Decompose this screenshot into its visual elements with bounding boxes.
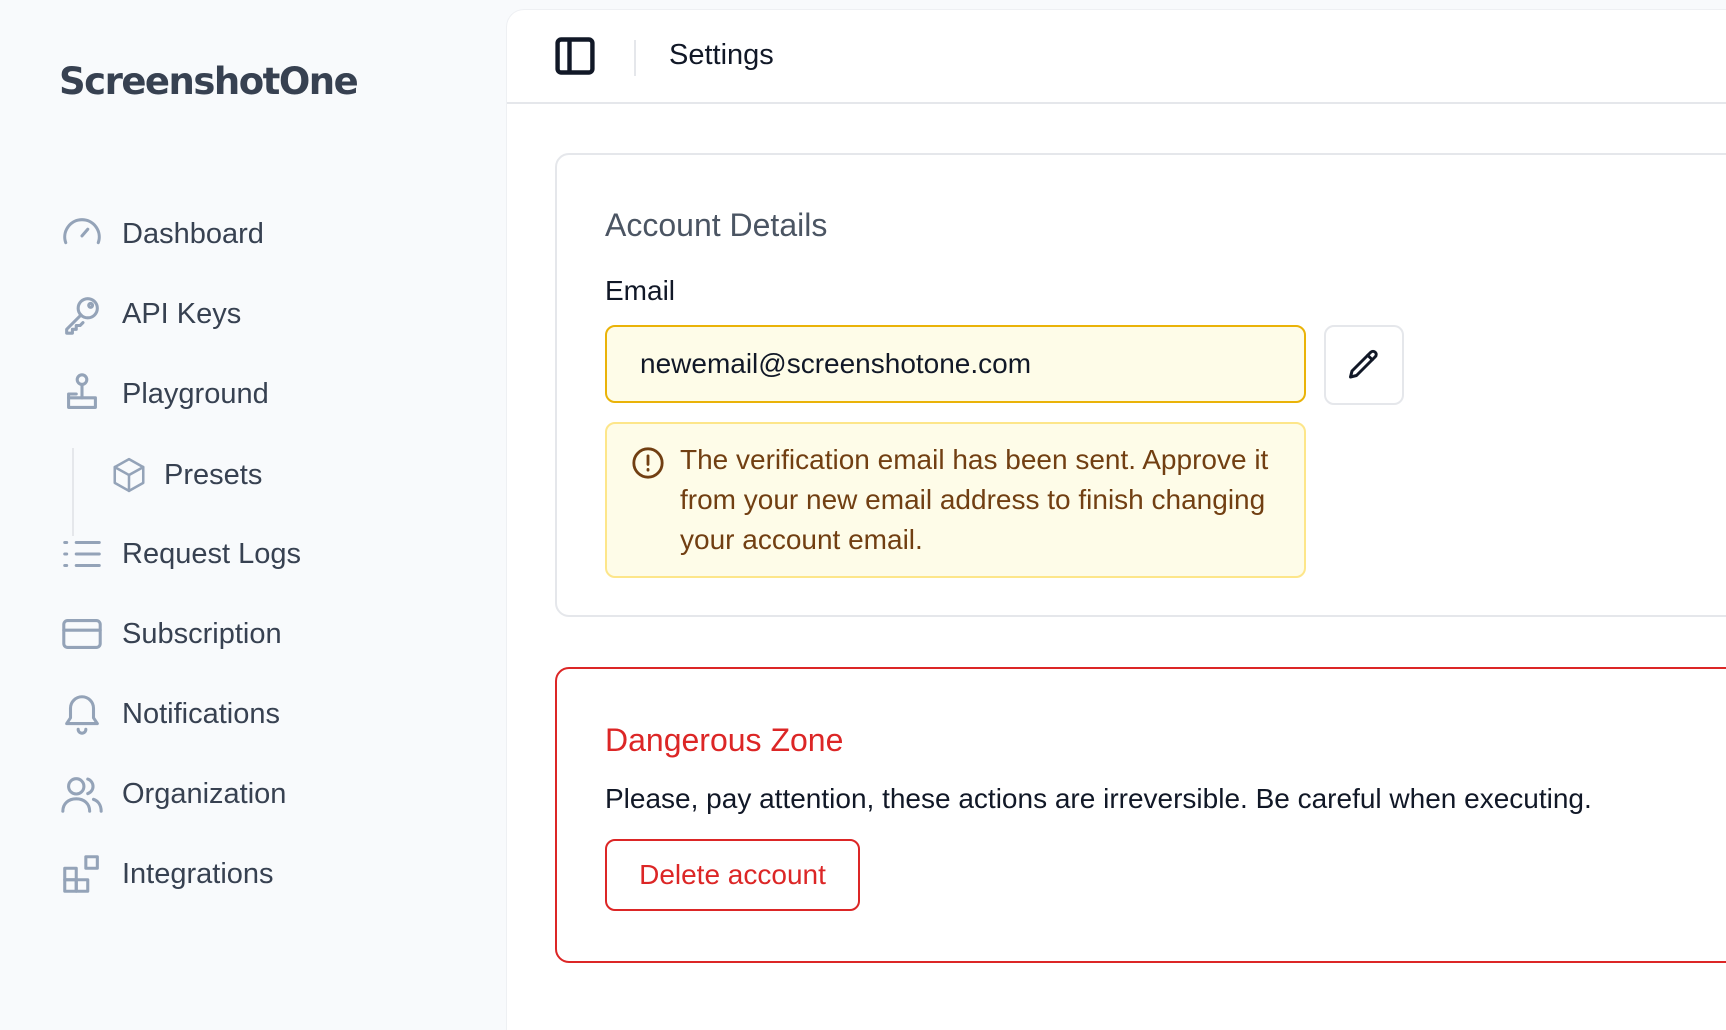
sidebar-item-playground[interactable]: Playground bbox=[59, 366, 459, 422]
sidebar-item-presets[interactable]: Presets bbox=[110, 447, 510, 503]
email-label: Email bbox=[605, 275, 676, 306]
sidebar-item-label: Notifications bbox=[122, 697, 280, 730]
sidebar-item-api-keys[interactable]: API Keys bbox=[59, 286, 459, 342]
key-icon bbox=[59, 291, 105, 337]
joystick-icon bbox=[59, 371, 105, 417]
users-icon bbox=[59, 771, 105, 817]
sidebar-item-organization[interactable]: Organization bbox=[59, 766, 459, 822]
bell-icon bbox=[59, 691, 105, 737]
sidebar-item-label: Request Logs bbox=[122, 537, 301, 570]
alert-message: The verification email has been sent. Ap… bbox=[680, 444, 1269, 555]
account-details-title: Account Details bbox=[605, 207, 828, 243]
edit-email-button[interactable] bbox=[1324, 325, 1404, 405]
alert-circle-icon bbox=[631, 446, 665, 480]
page-title: Settings bbox=[669, 39, 774, 71]
sidebar-item-label: API Keys bbox=[122, 297, 242, 330]
danger-zone-title: Dangerous Zone bbox=[605, 722, 844, 758]
main-panel: Settings Account Details Email The verif… bbox=[506, 9, 1726, 1030]
sidebar-item-subscription[interactable]: Subscription bbox=[59, 606, 459, 662]
sidebar-item-label: Subscription bbox=[122, 617, 282, 650]
danger-zone-description: Please, pay attention, these actions are… bbox=[605, 783, 1592, 814]
submenu-guide-line bbox=[72, 448, 74, 536]
account-details-card: Account Details Email The verification e… bbox=[555, 153, 1726, 617]
puzzle-blocks-icon bbox=[59, 851, 105, 897]
verification-alert: The verification email has been sent. Ap… bbox=[605, 422, 1306, 578]
sidebar-item-request-logs[interactable]: Request Logs bbox=[59, 526, 459, 582]
gauge-icon bbox=[59, 211, 105, 257]
delete-account-button[interactable]: Delete account bbox=[605, 839, 860, 911]
sidebar-item-label: Integrations bbox=[122, 857, 274, 890]
page-header: Settings bbox=[507, 10, 1726, 104]
sidebar-toggle-icon bbox=[555, 37, 595, 75]
pencil-icon bbox=[1349, 349, 1378, 379]
header-divider bbox=[634, 40, 636, 76]
sidebar-item-label: Dashboard bbox=[122, 217, 264, 250]
sidebar: ScreenshotOne Dashboard API Keys Playgro… bbox=[0, 0, 506, 1030]
credit-card-icon bbox=[59, 611, 105, 657]
sidebar-item-label: Organization bbox=[122, 777, 287, 810]
danger-zone-card: Dangerous Zone Please, pay attention, th… bbox=[555, 667, 1726, 963]
sidebar-item-integrations[interactable]: Integrations bbox=[59, 846, 459, 902]
sidebar-item-label: Playground bbox=[122, 377, 269, 410]
email-field[interactable] bbox=[605, 325, 1306, 403]
sidebar-item-notifications[interactable]: Notifications bbox=[59, 686, 459, 742]
list-icon bbox=[59, 531, 105, 577]
app-logo[interactable]: ScreenshotOne bbox=[59, 60, 359, 103]
cube-icon bbox=[110, 456, 148, 494]
sidebar-item-dashboard[interactable]: Dashboard bbox=[59, 206, 459, 262]
sidebar-item-label: Presets bbox=[164, 458, 263, 491]
sidebar-toggle-button[interactable] bbox=[553, 34, 597, 78]
